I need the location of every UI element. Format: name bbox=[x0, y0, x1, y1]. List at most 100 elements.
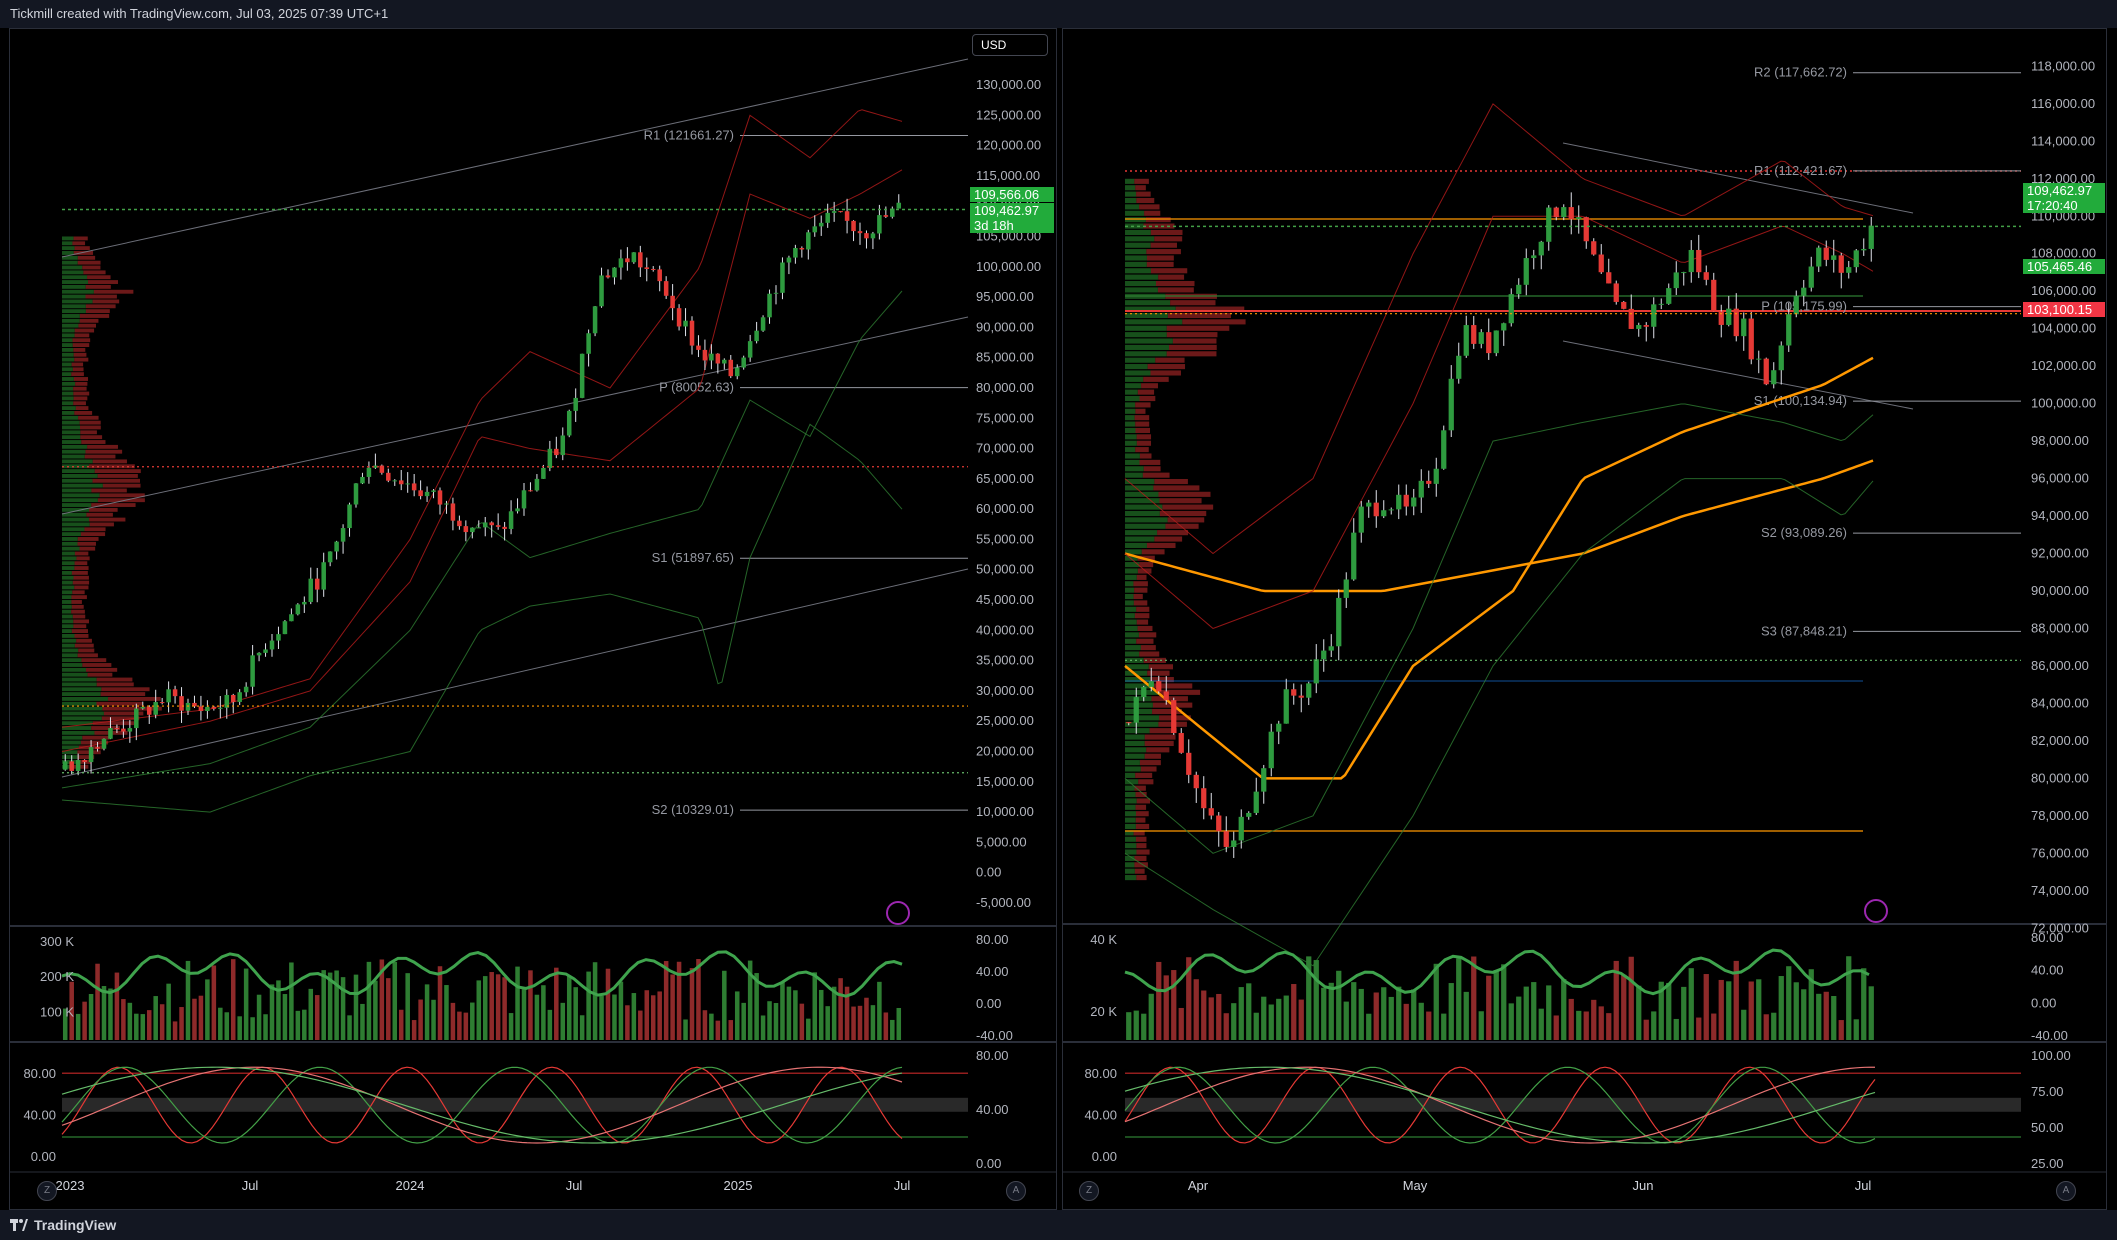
volume-bar bbox=[411, 1020, 417, 1040]
tradingview-logo[interactable]: TradingView bbox=[10, 1217, 116, 1233]
volume-bar bbox=[1868, 986, 1874, 1040]
volume-profile-down-bar bbox=[1154, 236, 1183, 242]
volume-bar bbox=[508, 1013, 514, 1040]
volume-bar bbox=[1621, 974, 1627, 1040]
price-axis-label: 120,000.00 bbox=[976, 138, 1041, 153]
volume-profile-down-bar bbox=[79, 546, 96, 551]
volume-profile-up-bar bbox=[1125, 229, 1151, 235]
volume-profile-up-bar bbox=[1125, 791, 1136, 798]
candle-body bbox=[1568, 207, 1574, 220]
candle-body bbox=[476, 527, 482, 529]
right-chart-svg[interactable]: 118,000.00116,000.00114,000.00112,000.00… bbox=[1063, 29, 2106, 1209]
volume-profile-down-bar bbox=[71, 609, 85, 614]
brand-name: TradingView bbox=[34, 1217, 117, 1233]
candle-body bbox=[870, 233, 876, 239]
candle-body bbox=[211, 706, 217, 709]
volume-profile-down-bar bbox=[1137, 568, 1152, 574]
price-tag-label: 109,462.97 bbox=[974, 203, 1039, 218]
volume-bar bbox=[760, 1015, 766, 1040]
volume-profile-down-bar bbox=[71, 600, 82, 604]
time-axis-label: 2024 bbox=[396, 1178, 425, 1193]
volume-bar bbox=[786, 986, 792, 1040]
volume-profile-up-bar bbox=[62, 537, 78, 541]
volume-profile-up-bar bbox=[62, 604, 72, 609]
volume-bar bbox=[398, 1009, 404, 1040]
volume-profile-down-bar bbox=[1154, 536, 1183, 542]
volume-profile-down-bar bbox=[1147, 364, 1186, 370]
price-axis-label: 45,000.00 bbox=[976, 592, 1034, 607]
volume-profile-down-bar bbox=[80, 430, 97, 435]
candle-body bbox=[1463, 325, 1469, 356]
volume-profile-down-bar bbox=[75, 406, 89, 411]
descending-trend-line bbox=[1562, 142, 1914, 214]
volume-profile-down-bar bbox=[1139, 204, 1160, 210]
volume-profile-up-bar bbox=[62, 527, 85, 532]
right-zoom-button[interactable]: Z bbox=[1079, 1181, 1099, 1201]
volume-bar bbox=[418, 999, 423, 1040]
candle-body bbox=[1373, 502, 1379, 517]
price-axis-label: 106,000.00 bbox=[2031, 283, 2096, 298]
stochastic-band bbox=[62, 1097, 968, 1112]
volume-profile-up-bar bbox=[62, 740, 81, 745]
volume-profile-down-bar bbox=[78, 323, 96, 328]
volume-bar bbox=[1696, 1017, 1702, 1040]
volume-profile-up-bar bbox=[62, 381, 76, 386]
volume-bar bbox=[734, 991, 740, 1040]
volume-bar bbox=[1448, 983, 1454, 1040]
price-tag-label: 109,462.97 bbox=[2027, 183, 2092, 198]
volume-profile-down-bar bbox=[1141, 383, 1158, 389]
volume-profile-up-bar bbox=[62, 406, 76, 411]
left-lightning-icon[interactable] bbox=[886, 901, 910, 925]
candle-body bbox=[1328, 646, 1334, 651]
volume-profile-up-bar bbox=[62, 614, 73, 619]
candle-body bbox=[1628, 308, 1634, 329]
volume-bar bbox=[127, 1002, 133, 1040]
volume-axis-label: 200 K bbox=[40, 969, 74, 984]
volume-profile-down-bar bbox=[94, 469, 141, 474]
volume-profile-down-bar bbox=[1135, 791, 1147, 798]
candle-body bbox=[573, 397, 578, 411]
volume-bar bbox=[818, 989, 824, 1040]
candle-body bbox=[1133, 697, 1139, 723]
volume-profile-up-bar bbox=[62, 493, 100, 498]
price-axis-label: 95,000.00 bbox=[976, 289, 1034, 304]
right-chart-pane[interactable]: 118,000.00 116,000.00 114,000.00 112,000.00… bbox=[1062, 28, 2107, 1210]
volume-profile-down-bar bbox=[72, 338, 91, 343]
volume-profile-up-bar bbox=[62, 755, 78, 760]
volume-profile-down-bar bbox=[73, 352, 87, 357]
volume-bar bbox=[463, 1012, 469, 1040]
time-axis-label: Jul bbox=[566, 1178, 583, 1193]
volume-profile-up-bar bbox=[62, 430, 81, 435]
candle-body bbox=[1358, 506, 1364, 533]
volume-profile-down-bar bbox=[87, 672, 113, 677]
volume-profile-down-bar bbox=[1150, 229, 1183, 235]
left-auto-scale-button[interactable]: A bbox=[1006, 1181, 1026, 1201]
candle-body bbox=[411, 483, 417, 491]
currency-selector[interactable]: USD bbox=[972, 34, 1048, 56]
volume-profile-up-bar bbox=[1125, 459, 1140, 465]
volume-profile-up-bar bbox=[62, 551, 75, 556]
volume-bar bbox=[799, 1003, 805, 1040]
volume-profile-up-bar bbox=[1125, 197, 1137, 204]
left-chart-svg[interactable]: 130,000.00 125,000.00 120,000.00 115,000.00… bbox=[10, 29, 1056, 1209]
right-auto-scale-button[interactable]: A bbox=[2056, 1181, 2076, 1201]
volume-bar bbox=[1628, 956, 1634, 1040]
volume-profile-down-bar bbox=[1159, 498, 1202, 504]
time-axis-label: May bbox=[1403, 1178, 1428, 1193]
candle-body bbox=[780, 262, 785, 293]
candle-body bbox=[1283, 689, 1289, 724]
volume-profile-down-bar bbox=[77, 541, 96, 546]
candle-body bbox=[218, 707, 223, 709]
left-zoom-button[interactable]: Z bbox=[37, 1181, 57, 1201]
volume-profile-down-bar bbox=[89, 507, 118, 512]
volume-bar bbox=[1426, 1011, 1432, 1040]
volume-profile-up-bar bbox=[62, 672, 88, 677]
volume-bar bbox=[741, 1002, 746, 1040]
left-chart-pane[interactable]: 130,000.00 125,000.00 120,000.00 115,000.00… bbox=[9, 28, 1057, 1210]
right-lightning-icon[interactable] bbox=[1864, 899, 1888, 923]
volume-bar bbox=[1718, 979, 1724, 1040]
volume-profile-down-bar bbox=[78, 415, 99, 420]
volume-bar bbox=[780, 981, 785, 1040]
candle-body bbox=[689, 320, 695, 346]
volume-profile-up-bar bbox=[62, 318, 80, 323]
